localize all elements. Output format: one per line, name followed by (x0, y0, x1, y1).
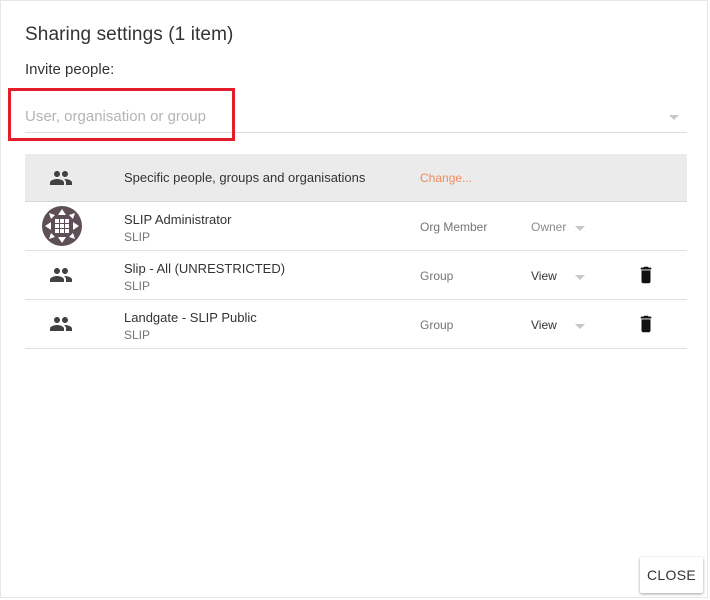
close-button[interactable]: CLOSE (640, 557, 703, 593)
member-type: Group (420, 318, 454, 332)
member-row: Slip - All (UNRESTRICTED) SLIP Group Vie… (25, 251, 687, 300)
permission-label: View (531, 269, 557, 283)
dialog-title: Sharing settings (1 item) (25, 24, 234, 45)
invite-people-label: Invite people: (25, 61, 115, 78)
permission-select[interactable]: View (531, 318, 601, 334)
permission-select-owner: Owner (531, 220, 601, 236)
permission-label: Owner (531, 220, 567, 234)
member-name: Slip - All (UNRESTRICTED) (124, 261, 286, 276)
permission-label: View (531, 318, 557, 332)
chevron-down-icon[interactable] (669, 115, 679, 120)
member-name: SLIP Administrator (124, 212, 232, 227)
member-row: SLIP Administrator SLIP Org Member Owner (25, 202, 687, 251)
member-org: SLIP (124, 230, 151, 244)
org-avatar-icon (42, 206, 82, 246)
member-name: Landgate - SLIP Public (124, 310, 257, 325)
access-type-row: Specific people, groups and organisation… (25, 154, 687, 202)
people-icon (49, 166, 77, 190)
chevron-down-icon (575, 324, 585, 329)
member-org: SLIP (124, 279, 151, 293)
sharing-settings-dialog: Sharing settings (1 item) Invite people:… (0, 0, 708, 598)
delete-icon[interactable] (637, 264, 655, 286)
people-icon (49, 312, 77, 336)
delete-icon[interactable] (637, 313, 655, 335)
chevron-down-icon (575, 275, 585, 280)
change-access-link[interactable]: Change... (420, 171, 472, 185)
chevron-down-icon (575, 226, 585, 231)
member-org: SLIP (124, 328, 151, 342)
member-type: Group (420, 269, 454, 283)
highlight-annotation-box (8, 88, 235, 141)
permission-select[interactable]: View (531, 269, 601, 285)
member-type: Org Member (420, 220, 488, 234)
member-row: Landgate - SLIP Public SLIP Group View (25, 300, 687, 349)
people-icon (49, 263, 77, 287)
access-type-label: Specific people, groups and organisation… (124, 170, 366, 185)
